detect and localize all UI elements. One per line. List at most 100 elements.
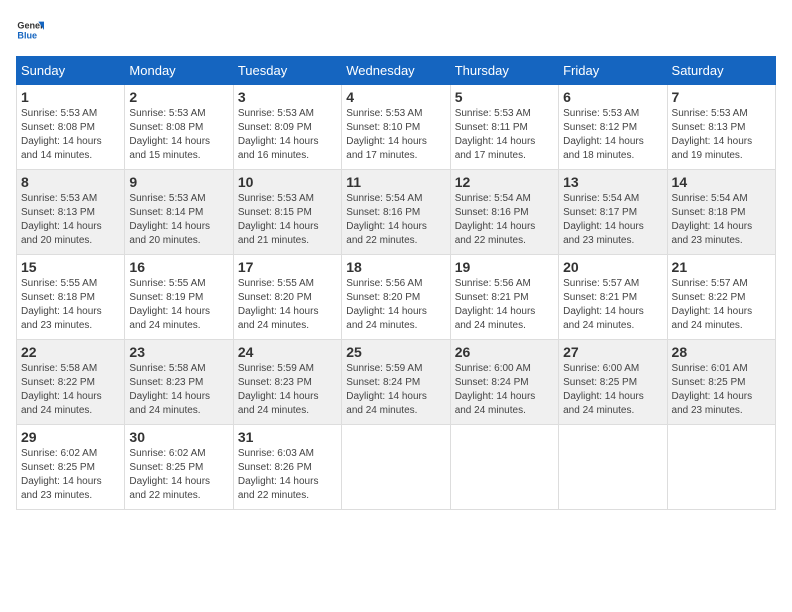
table-cell	[559, 425, 667, 510]
day-number: 4	[346, 89, 445, 105]
table-cell: 21Sunrise: 5:57 AM Sunset: 8:22 PM Dayli…	[667, 255, 775, 340]
table-cell: 18 Sunrise: 5:56 AM Sunset: 8:20 PM Dayli…	[342, 255, 450, 340]
day-number: 31	[238, 429, 337, 445]
table-cell: 15 Sunrise: 5:55 AM Sunset: 8:18 PM Dayli…	[17, 255, 125, 340]
day-number: 22	[21, 344, 120, 360]
day-info: Sunrise: 5:54 AM Sunset: 8:18 PM Dayligh…	[672, 192, 771, 248]
day-info: Sunrise: 6:03 AM Sunset: 8:26 PM Dayligh…	[238, 447, 337, 503]
day-info: Sunrise: 5:59 AM Sunset: 8:23 PM Dayligh…	[238, 362, 337, 418]
day-number: 2	[129, 89, 228, 105]
day-number: 9	[129, 174, 228, 190]
calendar-row: 22 Sunrise: 5:58 AM Sunset: 8:22 PM Dayli…	[17, 340, 776, 425]
day-number: 26	[455, 344, 554, 360]
col-wednesday: Wednesday	[342, 57, 450, 85]
table-cell: 2 Sunrise: 5:53 AM Sunset: 8:08 PM Daylig…	[125, 85, 233, 170]
table-cell: 7 Sunrise: 5:53 AM Sunset: 8:13 PM Daylig…	[667, 85, 775, 170]
day-info: Sunrise: 5:58 AM Sunset: 8:22 PM Dayligh…	[21, 362, 120, 418]
day-number: 10	[238, 174, 337, 190]
day-number: 5	[455, 89, 554, 105]
table-cell: 12 Sunrise: 5:54 AM Sunset: 8:16 PM Dayli…	[450, 170, 558, 255]
table-cell: 1Sunrise: 5:53 AM Sunset: 8:08 PM Daylig…	[17, 85, 125, 170]
day-info: Sunrise: 5:57 AM Sunset: 8:21 PM Dayligh…	[563, 277, 662, 333]
table-cell: 10Sunrise: 5:53 AM Sunset: 8:15 PM Dayli…	[233, 170, 341, 255]
table-cell: 22 Sunrise: 5:58 AM Sunset: 8:22 PM Dayli…	[17, 340, 125, 425]
table-cell: 13Sunrise: 5:54 AM Sunset: 8:17 PM Dayli…	[559, 170, 667, 255]
day-info: Sunrise: 5:53 AM Sunset: 8:08 PM Dayligh…	[129, 107, 228, 163]
logo-icon: General Blue	[16, 16, 44, 44]
day-info: Sunrise: 6:00 AM Sunset: 8:25 PM Dayligh…	[563, 362, 662, 418]
table-cell: 20 Sunrise: 5:57 AM Sunset: 8:21 PM Dayli…	[559, 255, 667, 340]
day-number: 1	[21, 89, 120, 105]
day-info: Sunrise: 5:57 AM Sunset: 8:22 PM Dayligh…	[672, 277, 771, 333]
col-tuesday: Tuesday	[233, 57, 341, 85]
day-info: Sunrise: 5:55 AM Sunset: 8:19 PM Dayligh…	[129, 277, 228, 333]
calendar-row: 8 Sunrise: 5:53 AM Sunset: 8:13 PM Daylig…	[17, 170, 776, 255]
table-cell: 25 Sunrise: 5:59 AM Sunset: 8:24 PM Dayli…	[342, 340, 450, 425]
day-number: 23	[129, 344, 228, 360]
day-info: Sunrise: 6:02 AM Sunset: 8:25 PM Dayligh…	[21, 447, 120, 503]
table-cell	[342, 425, 450, 510]
calendar-row: 1 Sunrise: 5:53 AM Sunset: 8:08 PM Daylig…	[17, 85, 776, 170]
table-cell: 5 Sunrise: 5:53 AM Sunset: 8:11 PM Daylig…	[450, 85, 558, 170]
day-number: 13	[563, 174, 662, 190]
day-info: Sunrise: 5:53 AM Sunset: 8:11 PM Dayligh…	[455, 107, 554, 163]
table-cell: 6 Sunrise: 5:53 AM Sunset: 8:12 PM Daylig…	[559, 85, 667, 170]
day-info: Sunrise: 5:56 AM Sunset: 8:20 PM Dayligh…	[346, 277, 445, 333]
day-number: 20	[563, 259, 662, 275]
table-cell: 17Sunrise: 5:55 AM Sunset: 8:20 PM Dayli…	[233, 255, 341, 340]
day-number: 6	[563, 89, 662, 105]
table-cell: 29 Sunrise: 6:02 AM Sunset: 8:25 PM Dayli…	[17, 425, 125, 510]
table-cell: 3Sunrise: 5:53 AM Sunset: 8:09 PM Daylig…	[233, 85, 341, 170]
col-friday: Friday	[559, 57, 667, 85]
day-number: 27	[563, 344, 662, 360]
table-cell: 23Sunrise: 5:58 AM Sunset: 8:23 PM Dayli…	[125, 340, 233, 425]
col-sunday: Sunday	[17, 57, 125, 85]
day-info: Sunrise: 6:02 AM Sunset: 8:25 PM Dayligh…	[129, 447, 228, 503]
day-number: 28	[672, 344, 771, 360]
table-cell	[667, 425, 775, 510]
day-info: Sunrise: 5:53 AM Sunset: 8:12 PM Dayligh…	[563, 107, 662, 163]
table-cell: 9 Sunrise: 5:53 AM Sunset: 8:14 PM Daylig…	[125, 170, 233, 255]
day-number: 24	[238, 344, 337, 360]
day-info: Sunrise: 5:53 AM Sunset: 8:14 PM Dayligh…	[129, 192, 228, 248]
table-cell: 24 Sunrise: 5:59 AM Sunset: 8:23 PM Dayli…	[233, 340, 341, 425]
table-cell: 30Sunrise: 6:02 AM Sunset: 8:25 PM Dayli…	[125, 425, 233, 510]
day-number: 7	[672, 89, 771, 105]
day-number: 14	[672, 174, 771, 190]
table-cell	[450, 425, 558, 510]
day-info: Sunrise: 5:53 AM Sunset: 8:13 PM Dayligh…	[672, 107, 771, 163]
header: General Blue	[16, 16, 776, 44]
day-info: Sunrise: 5:54 AM Sunset: 8:16 PM Dayligh…	[346, 192, 445, 248]
table-cell: 4Sunrise: 5:53 AM Sunset: 8:10 PM Daylig…	[342, 85, 450, 170]
col-thursday: Thursday	[450, 57, 558, 85]
table-cell: 8 Sunrise: 5:53 AM Sunset: 8:13 PM Daylig…	[17, 170, 125, 255]
svg-text:Blue: Blue	[17, 30, 37, 40]
day-info: Sunrise: 5:54 AM Sunset: 8:16 PM Dayligh…	[455, 192, 554, 248]
day-info: Sunrise: 5:55 AM Sunset: 8:18 PM Dayligh…	[21, 277, 120, 333]
day-info: Sunrise: 5:53 AM Sunset: 8:09 PM Dayligh…	[238, 107, 337, 163]
day-number: 15	[21, 259, 120, 275]
table-cell: 11 Sunrise: 5:54 AM Sunset: 8:16 PM Dayli…	[342, 170, 450, 255]
table-cell: 14 Sunrise: 5:54 AM Sunset: 8:18 PM Dayli…	[667, 170, 775, 255]
day-info: Sunrise: 5:59 AM Sunset: 8:24 PM Dayligh…	[346, 362, 445, 418]
table-cell: 26Sunrise: 6:00 AM Sunset: 8:24 PM Dayli…	[450, 340, 558, 425]
day-number: 16	[129, 259, 228, 275]
calendar-table: Sunday Monday Tuesday Wednesday Thursday…	[16, 56, 776, 510]
calendar-row: 29 Sunrise: 6:02 AM Sunset: 8:25 PM Dayli…	[17, 425, 776, 510]
logo: General Blue	[16, 16, 48, 44]
day-number: 18	[346, 259, 445, 275]
day-info: Sunrise: 5:55 AM Sunset: 8:20 PM Dayligh…	[238, 277, 337, 333]
header-row: Sunday Monday Tuesday Wednesday Thursday…	[17, 57, 776, 85]
table-cell: 31 Sunrise: 6:03 AM Sunset: 8:26 PM Dayli…	[233, 425, 341, 510]
day-number: 25	[346, 344, 445, 360]
day-info: Sunrise: 5:53 AM Sunset: 8:13 PM Dayligh…	[21, 192, 120, 248]
table-cell: 19Sunrise: 5:56 AM Sunset: 8:21 PM Dayli…	[450, 255, 558, 340]
day-number: 12	[455, 174, 554, 190]
day-number: 11	[346, 174, 445, 190]
table-cell: 28 Sunrise: 6:01 AM Sunset: 8:25 PM Dayli…	[667, 340, 775, 425]
day-info: Sunrise: 5:56 AM Sunset: 8:21 PM Dayligh…	[455, 277, 554, 333]
table-cell: 16 Sunrise: 5:55 AM Sunset: 8:19 PM Dayli…	[125, 255, 233, 340]
day-info: Sunrise: 6:01 AM Sunset: 8:25 PM Dayligh…	[672, 362, 771, 418]
day-number: 29	[21, 429, 120, 445]
day-number: 8	[21, 174, 120, 190]
